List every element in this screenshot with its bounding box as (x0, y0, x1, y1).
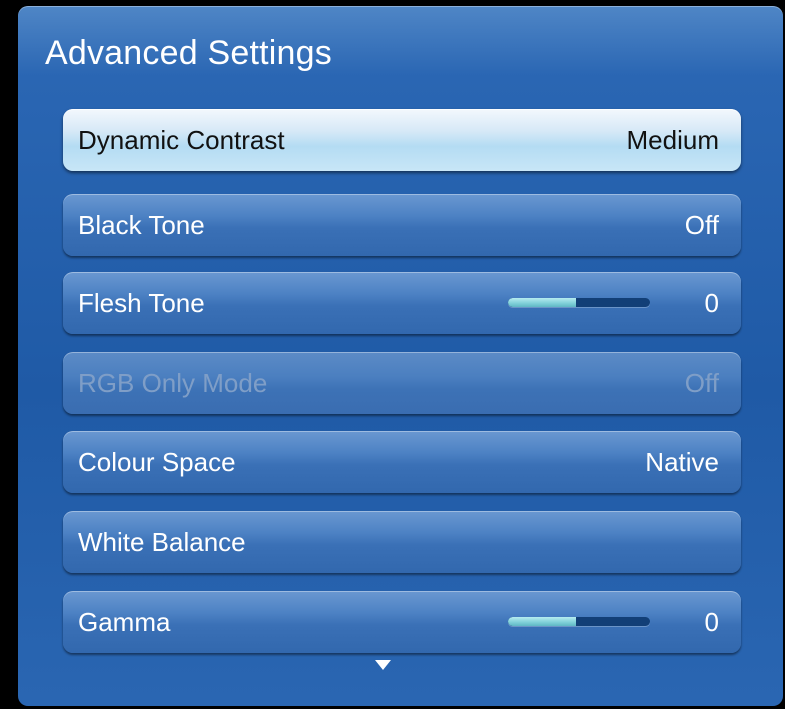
menu-item-rgb-only-mode: RGB Only Mode Off (63, 352, 741, 414)
menu-item-label: Flesh Tone (78, 288, 205, 318)
menu-item-gamma[interactable]: Gamma 0 (63, 591, 741, 653)
menu-item-value: Off (684, 210, 719, 240)
menu-item-label: Dynamic Contrast (78, 125, 285, 155)
menu-item-value: 0 (704, 288, 719, 318)
menu-item-label: Black Tone (78, 210, 205, 240)
menu-item-label: White Balance (78, 527, 246, 557)
menu-item-value: Native (645, 447, 719, 477)
menu-item-label: Colour Space (78, 447, 236, 477)
menu-item-colour-space[interactable]: Colour Space Native (63, 431, 741, 493)
menu-item-value: Medium (626, 125, 719, 155)
menu-item-value: Off (684, 368, 719, 398)
menu-item-value: 0 (704, 607, 719, 637)
panel-title: Advanced Settings (45, 34, 332, 72)
flesh-tone-slider[interactable] (508, 298, 650, 307)
menu-item-black-tone[interactable]: Black Tone Off (63, 194, 741, 256)
slider-fill (508, 617, 577, 626)
menu-item-white-balance[interactable]: White Balance (63, 511, 741, 573)
menu-item-dynamic-contrast[interactable]: Dynamic Contrast Medium (63, 109, 741, 171)
menu-item-label: Gamma (78, 607, 171, 637)
menu-item-label: RGB Only Mode (78, 368, 268, 398)
advanced-settings-panel: Advanced Settings Dynamic Contrast Mediu… (18, 6, 783, 706)
down-arrow-icon[interactable] (375, 660, 391, 670)
slider-fill (508, 298, 577, 307)
menu-item-flesh-tone[interactable]: Flesh Tone 0 (63, 272, 741, 334)
gamma-slider[interactable] (508, 617, 650, 626)
